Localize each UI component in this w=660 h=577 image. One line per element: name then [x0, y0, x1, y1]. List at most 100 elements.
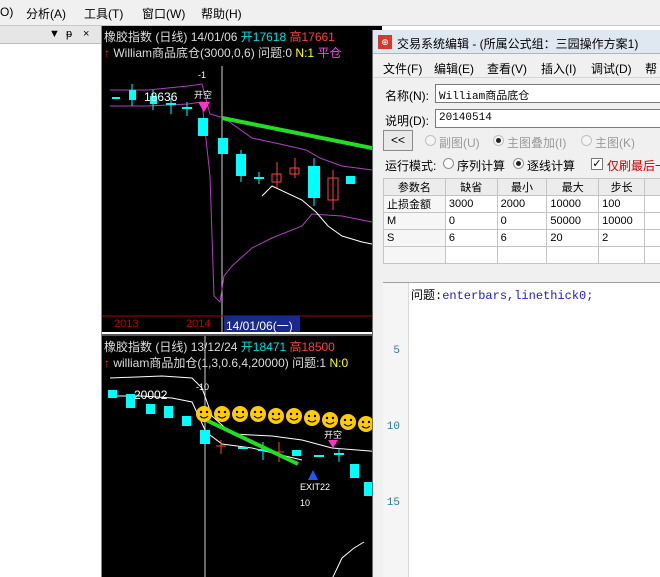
param-step-cell[interactable] — [598, 246, 646, 264]
param-default-cell[interactable]: 3000 — [444, 195, 498, 213]
code-token-question: 问题: — [411, 289, 443, 303]
param-extra-cell — [644, 195, 660, 213]
refresh-last-label: 仅刷最后一 — [607, 159, 660, 173]
chart-bottom-header: 橡胶指数 (日线) 13/12/24 开18471 高18500 — [104, 338, 335, 355]
param-step-cell[interactable]: 10000 — [598, 212, 646, 230]
radio-sequential[interactable] — [443, 158, 454, 169]
param-extra-cell — [644, 246, 660, 264]
chart-top-header: 橡胶指数 (日线) 14/01/06 开17618 高17661 — [104, 28, 335, 45]
param-name-cell[interactable]: S — [383, 229, 446, 247]
line-number-5: 5 — [393, 345, 400, 357]
panel-close-icon[interactable]: × — [83, 28, 89, 40]
refresh-last-checkbox[interactable]: ✓ — [591, 158, 603, 170]
chart-bottom-level: -10 — [196, 382, 210, 392]
description-field[interactable]: 20140514 — [435, 109, 660, 128]
up-arrow-icon: ↑ — [104, 356, 110, 370]
chart-bottom-formula-row: ↑ william商品加仓(1,3,0.6,4,20000) 问题:1 N:0 — [104, 354, 348, 371]
table-row[interactable]: 止损金额 3000 2000 10000 100 — [383, 195, 660, 213]
chart-top-date: 14/01/06 — [190, 30, 238, 44]
param-name-cell[interactable]: M — [383, 212, 446, 230]
param-max-cell[interactable]: 10000 — [546, 195, 600, 213]
run-mode-label: 运行模式: — [385, 159, 437, 173]
param-min-cell[interactable]: 0 — [496, 212, 548, 230]
app-menubar: O) 分析(A) 工具(T) 窗口(W) 帮助(H) — [0, 0, 660, 26]
editor-menu-help[interactable]: 帮 — [645, 60, 657, 77]
params-grid-header: 参数名 缺省 最小 最大 步长 — [383, 178, 660, 196]
param-extra-cell — [644, 212, 660, 230]
menu-window[interactable]: 窗口(W) — [142, 5, 185, 22]
menu-analysis[interactable]: 分析(A) — [26, 5, 66, 22]
param-min-cell[interactable]: 6 — [496, 229, 548, 247]
editor-menubar: 文件(F) 编辑(E) 查看(V) 插入(I) 调试(D) 帮 — [373, 56, 660, 78]
left-panel-titlebar: ▼ ᵽ × — [0, 26, 101, 44]
line-number-15: 15 — [386, 497, 400, 509]
radio-sequential-label: 序列计算 — [457, 159, 506, 173]
col-param-name: 参数名 — [383, 178, 446, 196]
radio-subchart[interactable] — [425, 135, 436, 146]
col-max: 最大 — [546, 178, 600, 196]
col-default: 缺省 — [444, 178, 498, 196]
table-row[interactable]: M 0 0 50000 10000 — [383, 212, 660, 230]
chart-panel-top[interactable]: 橡胶指数 (日线) 14/01/06 开17618 高17661 ↑ Willi… — [102, 26, 382, 332]
chart-top-price-label: 18636 — [144, 90, 178, 104]
chart-top-year-2013: 2013 — [114, 318, 139, 330]
menu-help[interactable]: 帮助(H) — [201, 5, 242, 22]
name-field[interactable]: William商品底仓 — [435, 84, 660, 103]
param-max-cell[interactable] — [546, 246, 600, 264]
editor-menu-file[interactable]: 文件(F) — [383, 60, 422, 77]
menu-tools[interactable]: 工具(T) — [84, 5, 123, 22]
left-dock-panel: ▼ ᵽ × — [0, 26, 102, 577]
table-row[interactable] — [383, 246, 660, 264]
chart-top-ping: 平仓 — [317, 46, 342, 60]
param-default-cell[interactable]: 0 — [444, 212, 498, 230]
col-step: 步长 — [598, 178, 646, 196]
param-extra-cell — [644, 229, 660, 247]
chart-bottom-price-label: 20002 — [134, 388, 168, 402]
up-arrow-icon: ↑ — [104, 46, 110, 60]
editor-menu-insert[interactable]: 插入(I) — [541, 60, 576, 77]
chart-bottom-canvas — [108, 336, 382, 577]
param-step-cell[interactable]: 100 — [598, 195, 646, 213]
panel-dropdown-icon[interactable]: ▼ — [49, 28, 60, 40]
param-name-cell[interactable] — [383, 246, 446, 264]
collapse-button[interactable]: << — [383, 130, 413, 151]
chart-top-instrument: 橡胶指数 — [104, 30, 153, 44]
radio-main-overlay[interactable] — [493, 135, 504, 146]
radio-per-bar-label: 逐线计算 — [527, 159, 576, 173]
editor-menu-view[interactable]: 查看(V) — [487, 60, 527, 77]
radio-per-bar[interactable] — [513, 158, 524, 169]
editor-menu-edit[interactable]: 编辑(E) — [434, 60, 474, 77]
chart-top-question: 问题:0 — [258, 46, 293, 60]
radio-subchart-label: 副图(U) — [439, 136, 480, 150]
param-max-cell[interactable]: 20 — [546, 229, 600, 247]
chart-bottom-signal: 开空 — [324, 430, 343, 440]
param-max-cell[interactable]: 50000 — [546, 212, 600, 230]
chart-panel-bottom[interactable]: 橡胶指数 (日线) 13/12/24 开18471 高18500 ↑ willi… — [102, 334, 382, 577]
exit-signal-marker — [308, 470, 318, 480]
param-min-cell[interactable]: 2000 — [496, 195, 548, 213]
table-row[interactable]: S 6 6 20 2 — [383, 229, 660, 247]
chart-bottom-high: 高18500 — [289, 340, 335, 354]
desc-label: 说明(D): — [385, 114, 429, 128]
radio-main-chart[interactable] — [581, 135, 592, 146]
chart-top-formula-row: ↑ William商品底仓(3000,0,6) 问题:0 N:1 平仓 — [104, 44, 341, 61]
formula-code-editor[interactable]: 5 10 15 问题:enterbars,linethick0; — [383, 282, 660, 577]
param-name-cell[interactable]: 止损金额 — [383, 195, 446, 213]
editor-menu-debug[interactable]: 调试(D) — [591, 60, 632, 77]
code-token-function: enterbars,linethick0; — [442, 289, 594, 303]
panel-pin-icon[interactable]: ᵽ — [66, 28, 72, 40]
col-min: 最小 — [496, 178, 548, 196]
chart-top-n: N:1 — [295, 46, 315, 60]
short-signal-marker-bottom — [328, 440, 338, 448]
code-line[interactable]: 问题:enterbars,linethick0; — [411, 286, 593, 303]
chart-top-signal: 开空 — [194, 90, 213, 100]
chart-bottom-formula: william商品加仓(1,3,0.6,4,20000) — [113, 356, 289, 370]
param-default-cell[interactable] — [444, 246, 498, 264]
param-default-cell[interactable]: 6 — [444, 229, 498, 247]
chart-top-year-2014: 2014 — [186, 318, 211, 330]
chart-top-formula: William商品底仓(3000,0,6) — [113, 46, 255, 60]
param-min-cell[interactable] — [496, 246, 548, 264]
param-step-cell[interactable]: 2 — [598, 229, 646, 247]
system-editor-window: ⊕ 交易系统编辑 - (所属公式组：三园操作方案1) 文件(F) 编辑(E) 查… — [372, 30, 660, 577]
menu-item-o[interactable]: O) — [0, 5, 13, 19]
